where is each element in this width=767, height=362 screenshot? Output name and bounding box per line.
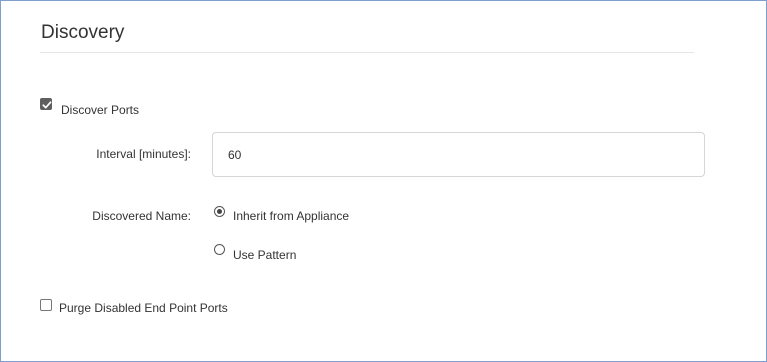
purge-disabled-checkbox[interactable] [40,299,52,311]
discover-ports-checkbox[interactable] [40,98,52,110]
discovered-name-label: Discovered Name: [92,209,191,223]
inherit-from-appliance-radio[interactable] [214,206,225,217]
section-divider [40,52,694,53]
interval-label: Interval [minutes]: [96,147,191,161]
use-pattern-radio[interactable] [214,244,225,255]
section-title: Discovery [41,22,125,43]
use-pattern-label[interactable]: Use Pattern [233,248,296,262]
radio-selected-dot [217,209,222,214]
discover-ports-label[interactable]: Discover Ports [61,103,139,117]
inherit-from-appliance-label[interactable]: Inherit from Appliance [233,209,349,223]
interval-input[interactable] [212,132,705,177]
purge-disabled-label[interactable]: Purge Disabled End Point Ports [59,301,228,315]
checkmark-icon [42,101,52,109]
discovery-panel: Discovery Discover Ports Interval [minut… [0,0,767,362]
